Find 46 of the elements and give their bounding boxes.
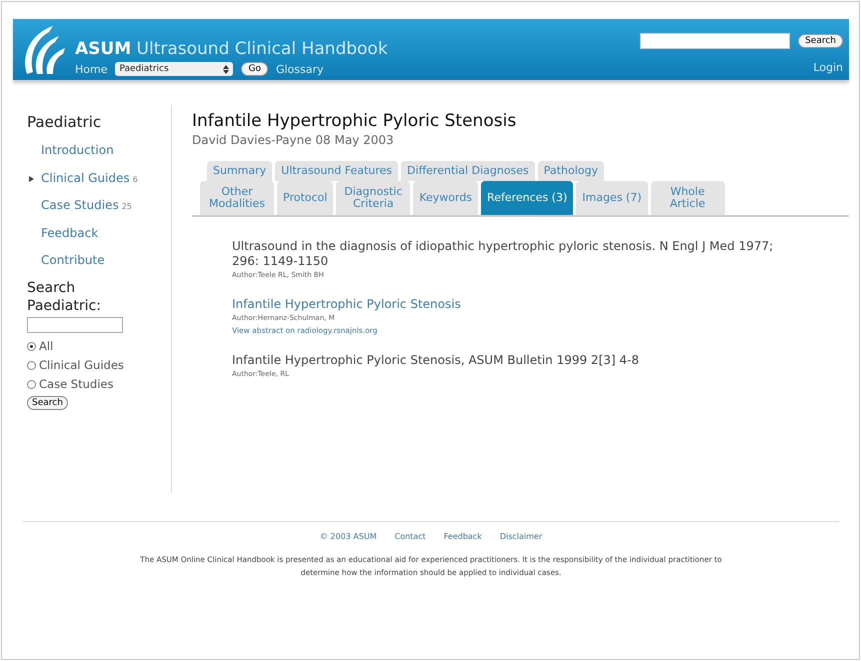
radio-label: Case Studies bbox=[39, 376, 114, 394]
search-button[interactable]: Search bbox=[27, 396, 68, 410]
tab[interactable]: References (3) bbox=[481, 181, 574, 215]
tab[interactable]: Pathology bbox=[538, 161, 604, 181]
reference-link[interactable]: Infantile Hypertrophic Pyloric Stenosis bbox=[232, 297, 792, 312]
tab[interactable]: Images (7) bbox=[576, 181, 648, 215]
footer-link[interactable]: Feedback bbox=[444, 532, 482, 541]
footer-link[interactable]: © 2003 ASUM bbox=[320, 532, 377, 541]
reference-title: Ultrasound in the diagnosis of idiopathic hypertrophic pyloric stenosis. N Engl J Med 1977; 296: 1149-1150 bbox=[232, 239, 774, 269]
sidebar-title: Paediatric bbox=[27, 113, 102, 131]
sidebar-link[interactable]: Contribute bbox=[41, 253, 105, 267]
reference-title: Infantile Hypertrophic Pyloric Stenosis, ASUM Bulletin 1999 2[3] 4-8 bbox=[232, 353, 640, 368]
article-title: Infantile Hypertrophic Pyloric Stenosis bbox=[192, 111, 518, 131]
radio-label: Clinical Guides bbox=[39, 357, 124, 374]
item-count: 6 bbox=[132, 175, 138, 184]
dropdown-arrows-icon bbox=[223, 64, 230, 74]
tab[interactable]: Keywords bbox=[413, 181, 478, 215]
search-title: Search Paediatric: bbox=[27, 279, 102, 316]
sidebar-link[interactable]: Feedback bbox=[41, 226, 98, 240]
item-count: 25 bbox=[122, 202, 132, 211]
footer-link[interactable]: Disclaimer bbox=[500, 532, 542, 541]
tab[interactable]: Ultrasound Features bbox=[275, 161, 398, 181]
footer-link[interactable]: Contact bbox=[394, 532, 426, 541]
radio-button[interactable] bbox=[27, 361, 36, 370]
home-link[interactable]: Home bbox=[75, 62, 108, 76]
search-field[interactable] bbox=[640, 33, 790, 49]
sidebar-link[interactable]: Case Studies bbox=[41, 198, 119, 212]
tab[interactable]: Whole Article bbox=[650, 181, 725, 215]
radio-button[interactable] bbox=[27, 380, 36, 390]
tab[interactable]: Summary bbox=[207, 161, 272, 181]
tab[interactable]: Protocol bbox=[277, 181, 334, 215]
search-button[interactable]: Search bbox=[798, 34, 843, 48]
site-title: ASUM Ultrasound Clinical Handbook bbox=[75, 39, 389, 59]
radio-button[interactable] bbox=[27, 342, 36, 352]
sidebar-link[interactable]: Introduction bbox=[41, 143, 114, 157]
section-select[interactable]: Paediatrics bbox=[115, 62, 234, 76]
search-field[interactable] bbox=[27, 317, 123, 334]
byline: David Davies-Payne 08 May 2003 bbox=[192, 133, 395, 147]
login-link[interactable]: Login bbox=[813, 61, 843, 74]
go-button[interactable]: Go bbox=[241, 62, 268, 76]
radio-label: All bbox=[39, 338, 54, 356]
sidebar-link[interactable]: Clinical Guides bbox=[41, 171, 130, 185]
tab[interactable]: Diagnostic Criteria bbox=[336, 181, 410, 215]
tab[interactable]: Differential Diagnoses bbox=[401, 161, 535, 181]
tab[interactable]: Other Modalities bbox=[200, 181, 274, 215]
glossary-link[interactable]: Glossary bbox=[276, 62, 324, 76]
